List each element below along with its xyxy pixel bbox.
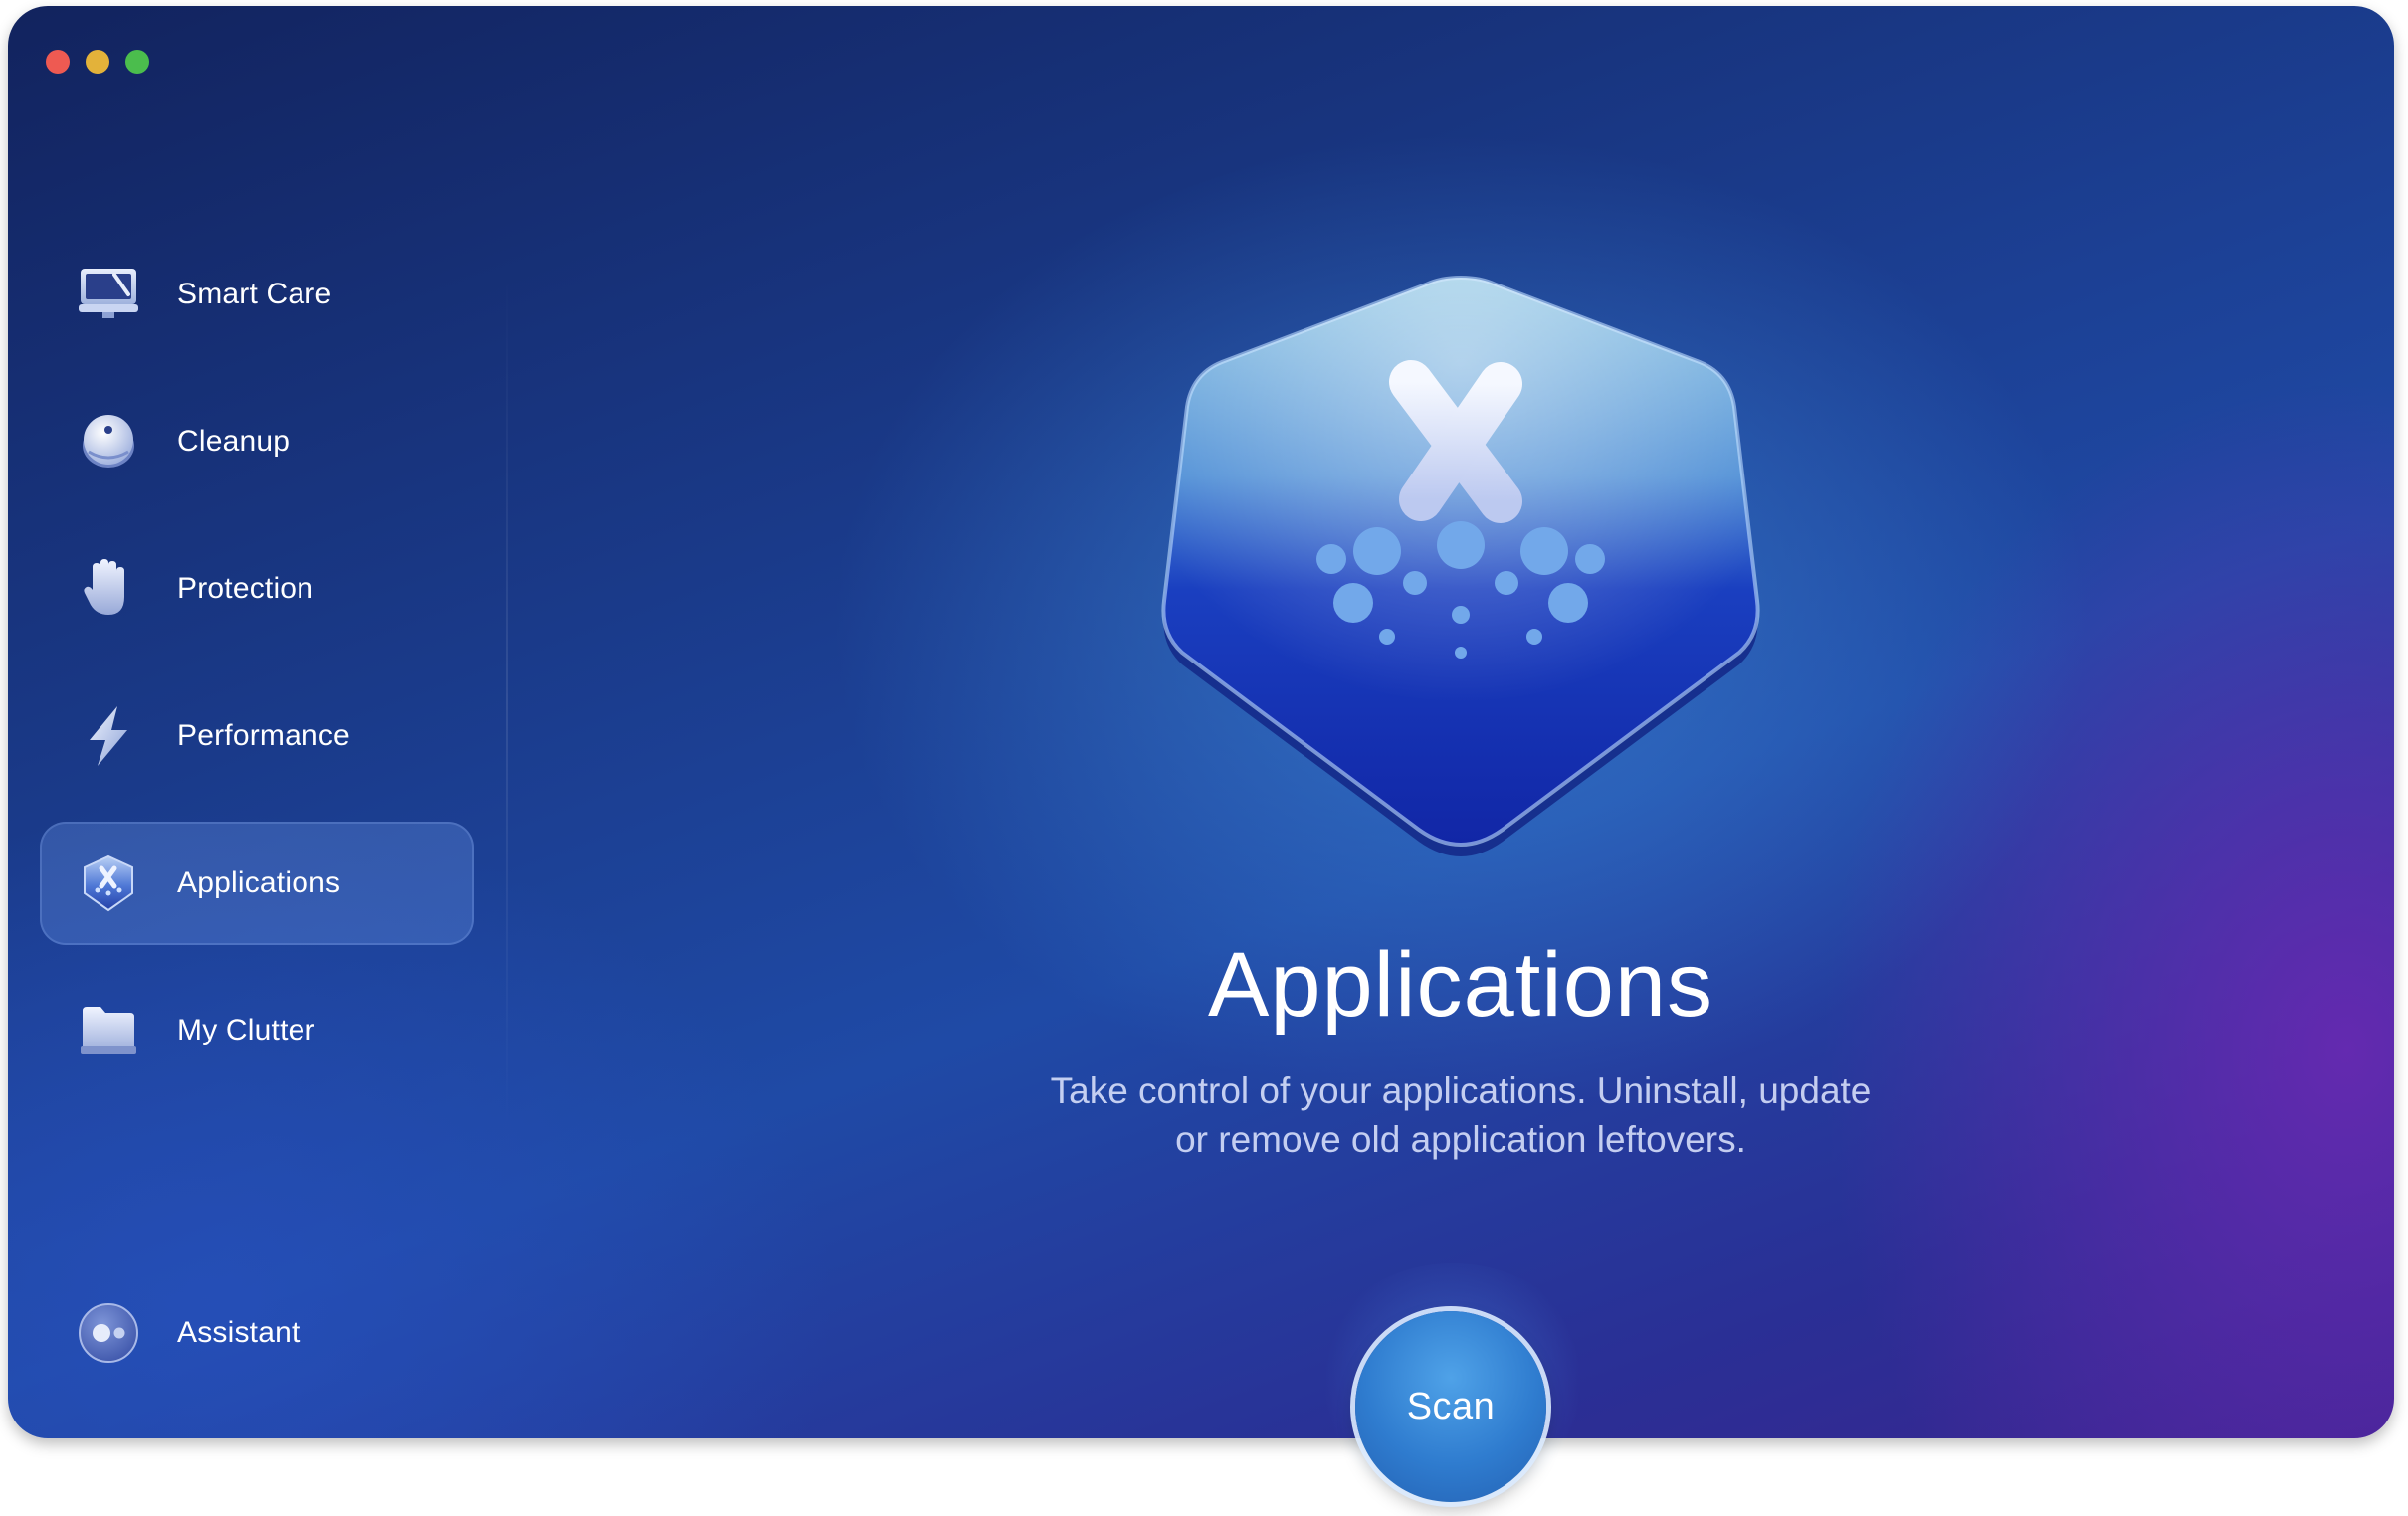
sidebar-item-label: My Clutter — [177, 1014, 315, 1046]
description-line-2: or remove old application leftovers. — [1175, 1119, 1746, 1160]
lightning-icon — [76, 703, 141, 769]
hand-icon — [76, 556, 141, 622]
sidebar-divider — [506, 275, 508, 1130]
disc-icon — [76, 409, 141, 474]
monitor-icon — [76, 262, 141, 327]
sidebar-item-protection[interactable]: Protection — [40, 527, 474, 651]
sidebar-item-my-clutter[interactable]: My Clutter — [40, 969, 474, 1092]
zoom-window-button[interactable] — [125, 50, 149, 74]
description-line-1: Take control of your applications. Unins… — [1050, 1070, 1872, 1111]
scan-button-label: Scan — [1406, 1385, 1496, 1427]
sidebar-item-label: Applications — [177, 866, 341, 899]
sidebar-item-label: Assistant — [177, 1316, 301, 1349]
sidebar-item-label: Cleanup — [177, 425, 291, 458]
sidebar-item-smart-care[interactable]: Smart Care — [40, 233, 474, 356]
sidebar-item-label: Performance — [177, 719, 350, 752]
scan-button[interactable]: Scan — [1355, 1311, 1546, 1502]
folder-icon — [76, 998, 141, 1063]
sidebar-item-cleanup[interactable]: Cleanup — [40, 380, 474, 503]
assistant-icon — [76, 1300, 141, 1366]
sidebar-item-performance[interactable]: Performance — [40, 674, 474, 798]
applications-hero-icon — [1132, 263, 1789, 859]
sidebar-item-applications[interactable]: Applications — [40, 822, 474, 945]
app-window: Smart Care Cleanup Protection Performanc… — [8, 6, 2394, 1438]
sidebar-item-label: Protection — [177, 572, 314, 605]
minimize-window-button[interactable] — [86, 50, 109, 74]
applications-badge-icon — [76, 851, 141, 916]
close-window-button[interactable] — [46, 50, 70, 74]
page-description: Take control of your applications. Unins… — [963, 1066, 1958, 1164]
sidebar-item-label: Smart Care — [177, 278, 332, 310]
sidebar-item-assistant[interactable]: Assistant — [40, 1271, 474, 1395]
page-title: Applications — [1207, 934, 1714, 1036]
